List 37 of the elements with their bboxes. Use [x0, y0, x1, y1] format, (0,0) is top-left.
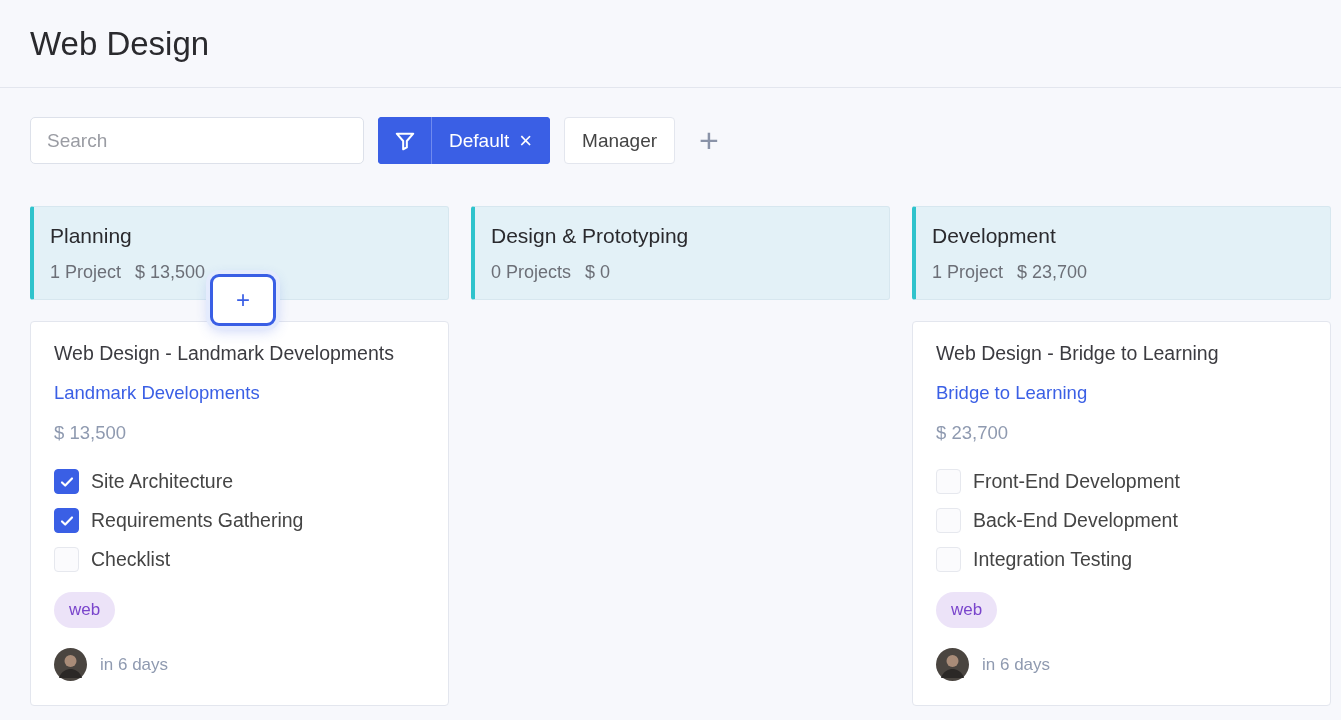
column-total: $ 23,700	[1017, 262, 1088, 283]
avatar	[54, 648, 87, 681]
card-amount: $ 23,700	[936, 422, 1009, 444]
project-count: 1 Project	[50, 262, 122, 283]
search-field[interactable]: Search	[30, 117, 364, 164]
column-title: Planning	[50, 224, 133, 248]
client-link[interactable]: Landmark Developments	[54, 382, 260, 404]
task-checkbox[interactable]	[54, 469, 79, 494]
due-date: in 6 days	[100, 654, 169, 675]
client-link[interactable]: Bridge to Learning	[936, 382, 1088, 404]
filter-button[interactable]	[378, 117, 432, 164]
remove-filter-icon[interactable]: ×	[519, 127, 533, 154]
project-card[interactable]: Web Design - Landmark Developments Landmark Developments $ 13,500 Site Architecture Requirements Gathering Checklist web in 6 days	[30, 321, 449, 706]
card-title: Web Design - Bridge to Learning	[936, 342, 1220, 365]
task-label: Integration Testing	[973, 548, 1132, 571]
card-amount: $ 13,500	[54, 422, 127, 444]
card-title: Web Design - Landmark Developments	[54, 342, 395, 365]
project-count: 0 Projects	[491, 262, 572, 283]
page-title: Web Design	[30, 24, 210, 63]
manager-button[interactable]: Manager	[564, 117, 676, 164]
task-checkbox[interactable]	[54, 508, 79, 533]
avatar	[936, 648, 969, 681]
column-total: $ 0	[585, 262, 611, 283]
due-date: in 6 days	[982, 654, 1051, 675]
task-label: Back-End Development	[973, 509, 1178, 532]
tag: web	[936, 592, 998, 628]
task-label: Requirements Gathering	[91, 509, 304, 532]
task-label: Site Architecture	[91, 470, 233, 493]
task-label: Checklist	[91, 548, 171, 571]
project-card[interactable]: Web Design - Bridge to Learning Bridge to Learning $ 23,700 Front-End Development Back-End Development Integration Testing web in 6 days	[912, 321, 1331, 706]
column-title: Development	[932, 224, 1057, 248]
task-label: Front-End Development	[973, 470, 1181, 493]
column-total: $ 13,500	[135, 262, 206, 283]
add-filter-button[interactable]: +	[689, 121, 729, 160]
column-title: Design & Prototyping	[491, 224, 690, 248]
project-count: 1 Project	[932, 262, 1004, 283]
tag: web	[54, 592, 116, 628]
